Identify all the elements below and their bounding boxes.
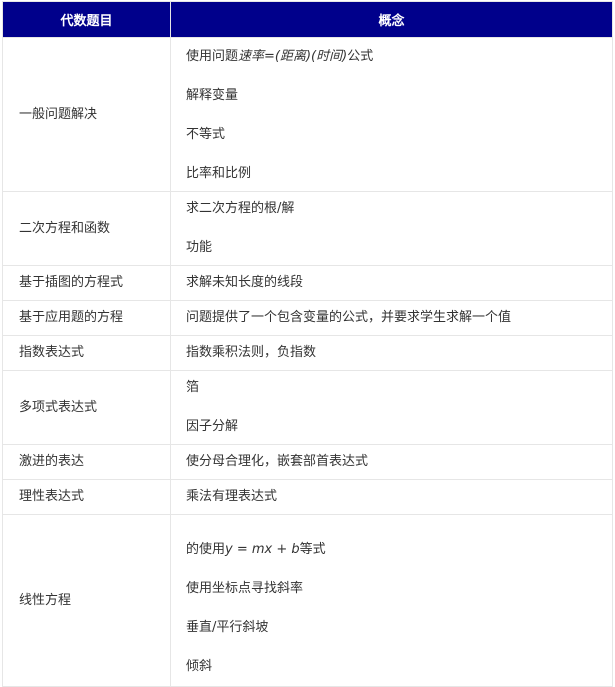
concept-cell: 求二次方程的根/解 功能	[170, 191, 613, 266]
concept-text: 的使用	[186, 542, 226, 557]
concept-item: 不等式	[186, 127, 226, 142]
concept-cell: 的使用y = mx + b等式 使用坐标点寻找斜率 垂直/平行斜坡 倾斜	[170, 514, 613, 687]
topic-column-header: 代数题目	[2, 1, 171, 38]
concept-item: 指数乘积法则，负指数	[186, 345, 317, 360]
table-row: 一般问题解决 使用问题速率=(距离)(时间)公式 解释变量 不等式 比率和比例	[2, 37, 613, 192]
topic-cell: 指数表达式	[2, 335, 171, 371]
concept-item: 箔	[186, 380, 200, 395]
concept-cell: 问题提供了一个包含变量的公式，并要求学生求解一个值	[170, 300, 613, 336]
rate-formula: 速率=(距离)(时间)	[238, 49, 348, 64]
topic-cell: 多项式表达式	[2, 370, 171, 445]
topic-cell: 理性表达式	[2, 479, 171, 515]
concept-item: 求二次方程的根/解	[186, 201, 295, 216]
topic-cell: 激进的表达	[2, 444, 171, 480]
table-row: 理性表达式 乘法有理表达式	[2, 479, 613, 515]
concept-item: 倾斜	[186, 659, 213, 674]
table-row: 二次方程和函数 求二次方程的根/解 功能	[2, 191, 613, 266]
table-row: 基于应用题的方程 问题提供了一个包含变量的公式，并要求学生求解一个值	[2, 300, 613, 336]
topic-cell: 基于应用题的方程	[2, 300, 171, 336]
concept-text: 等式	[299, 542, 326, 557]
algebra-topics-table: 代数题目 概念 一般问题解决 使用问题速率=(距离)(时间)公式 解释变量 不等…	[2, 1, 613, 687]
concept-item: 垂直/平行斜坡	[186, 620, 269, 635]
topic-cell: 一般问题解决	[2, 37, 171, 192]
concept-item: 使用问题速率=(距离)(时间)公式	[186, 49, 612, 65]
table-row: 多项式表达式 箔 因子分解	[2, 370, 613, 445]
concept-item: 比率和比例	[186, 166, 252, 181]
table-header-row: 代数题目 概念	[2, 1, 613, 38]
concept-cell: 使分母合理化，嵌套部首表达式	[170, 444, 613, 480]
topic-cell: 基于插图的方程式	[2, 265, 171, 301]
concept-cell: 求解未知长度的线段	[170, 265, 613, 301]
table-row: 基于插图的方程式 求解未知长度的线段	[2, 265, 613, 301]
concept-item: 求解未知长度的线段	[186, 275, 304, 290]
concept-cell: 指数乘积法则，负指数	[170, 335, 613, 371]
concept-cell: 使用问题速率=(距离)(时间)公式 解释变量 不等式 比率和比例	[170, 37, 613, 192]
concept-cell: 箔 因子分解	[170, 370, 613, 445]
slope-intercept-formula: y = mx + b	[225, 542, 300, 557]
concept-text: 使用问题	[186, 49, 239, 64]
concept-text: 公式	[347, 49, 374, 64]
concept-item: 解释变量	[186, 88, 239, 103]
concept-item: 使分母合理化，嵌套部首表达式	[186, 454, 369, 469]
topic-cell: 线性方程	[2, 514, 171, 687]
concept-cell: 乘法有理表达式	[170, 479, 613, 515]
table-row: 激进的表达 使分母合理化，嵌套部首表达式	[2, 444, 613, 480]
concept-item: 的使用y = mx + b等式	[186, 542, 612, 558]
concept-item: 问题提供了一个包含变量的公式，并要求学生求解一个值	[186, 310, 512, 325]
concept-item: 使用坐标点寻找斜率	[186, 581, 304, 596]
topic-cell: 二次方程和函数	[2, 191, 171, 266]
concept-item: 乘法有理表达式	[186, 489, 278, 504]
table-row: 线性方程 的使用y = mx + b等式 使用坐标点寻找斜率 垂直/平行斜坡 倾…	[2, 514, 613, 687]
concept-item: 因子分解	[186, 419, 239, 434]
table-row: 指数表达式 指数乘积法则，负指数	[2, 335, 613, 371]
concept-column-header: 概念	[170, 1, 613, 38]
concept-item: 功能	[186, 240, 213, 255]
